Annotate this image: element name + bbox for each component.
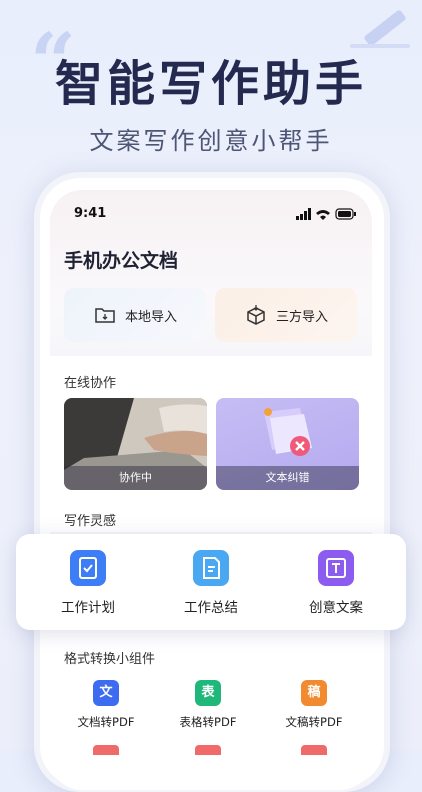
box-import-icon	[247, 305, 265, 325]
work-summary-item[interactable]: 工作总结	[161, 550, 261, 616]
status-time: 9:41	[74, 206, 107, 221]
status-icons	[296, 208, 356, 220]
widget-icon-peek	[301, 745, 327, 755]
sheet-to-pdf-widget[interactable]: 表 表格转PDF	[168, 680, 248, 730]
correction-card-label: 文本纠错	[216, 466, 359, 490]
third-party-import-button[interactable]: 三方导入	[215, 288, 357, 342]
inspiration-section-title: 写作灵感	[64, 514, 117, 529]
correction-card[interactable]: 文本纠错	[216, 398, 359, 490]
third-party-import-label: 三方导入	[275, 309, 328, 325]
local-import-label: 本地导入	[124, 309, 177, 325]
creative-copy-item[interactable]: 创意文案	[286, 550, 386, 616]
doc-icon: 文	[93, 680, 119, 706]
sheet-to-pdf-label: 表格转PDF	[179, 715, 237, 729]
work-summary-label: 工作总结	[184, 600, 238, 616]
local-import-button[interactable]: 本地导入	[64, 288, 206, 342]
hero-title: 智能写作助手	[54, 56, 367, 112]
folder-icon	[95, 308, 115, 323]
collab-card-label: 协作中	[64, 466, 207, 490]
collab-card[interactable]: 协作中	[64, 398, 207, 490]
doc-to-pdf-widget[interactable]: 文 文档转PDF	[66, 680, 146, 730]
widgets-section-title: 格式转换小组件	[64, 652, 156, 667]
sheet-icon: 表	[195, 680, 221, 706]
status-bar: 9:41	[50, 202, 372, 222]
hero-subtitle: 文案写作创意小帮手	[89, 127, 333, 155]
text-icon	[318, 550, 354, 586]
work-plan-item[interactable]: 工作计划	[38, 550, 138, 616]
collab-section-title: 在线协作	[64, 376, 117, 391]
widget-icon-peek	[195, 745, 221, 755]
draft-to-pdf-widget[interactable]: 稿 文稿转PDF	[274, 680, 354, 730]
widget-icon-peek	[93, 745, 119, 755]
draft-to-pdf-label: 文稿转PDF	[285, 715, 343, 729]
work-plan-label: 工作计划	[61, 600, 115, 616]
inspiration-panel: 工作计划 工作总结 创意文案	[16, 534, 406, 630]
draft-icon: 稿	[301, 680, 327, 706]
clipboard-icon	[70, 550, 106, 586]
app-title: 手机办公文档	[64, 250, 179, 272]
doc-to-pdf-label: 文档转PDF	[77, 715, 135, 729]
creative-copy-label: 创意文案	[309, 600, 363, 616]
document-edit-icon	[193, 550, 229, 586]
